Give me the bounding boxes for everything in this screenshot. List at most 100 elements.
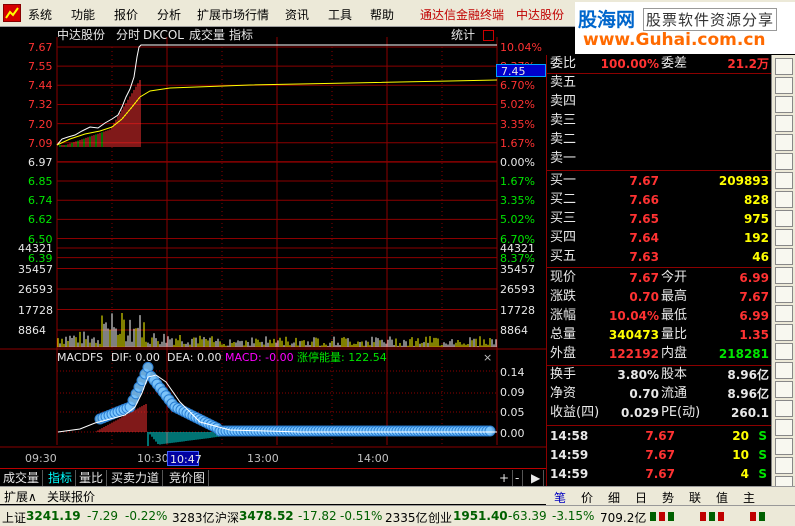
hs-index-pct: -0.51% xyxy=(340,509,383,523)
compare-icon[interactable] xyxy=(775,267,793,284)
menu-quote[interactable]: 报价 xyxy=(114,6,138,23)
sell-level-5-label: 卖五 xyxy=(550,75,577,90)
detail-tab-7[interactable]: 主 xyxy=(743,489,755,506)
pct-tick-5: 1.67% xyxy=(500,136,535,150)
zoom-out-button[interactable]: - xyxy=(512,470,524,486)
related-quote-button[interactable]: 关联报价 xyxy=(47,488,95,505)
menu-analysis[interactable]: 分析 xyxy=(157,6,181,23)
menu-tools[interactable]: 工具 xyxy=(328,6,352,23)
quote-1-value-b: 7.67 xyxy=(739,290,769,304)
sh-index-label[interactable]: 上证 xyxy=(2,509,26,526)
detail-tabs: 笔价细日势联值主 xyxy=(546,486,795,505)
sh-index-pct: -0.22% xyxy=(125,509,168,523)
tab-volume[interactable]: 成交量 xyxy=(0,470,44,486)
macd-header: MACDFS DIF: 0.00 DEA: 0.00 MACD: -0.00 涨… xyxy=(57,351,497,365)
fund-0-label-b: 股本 xyxy=(661,367,688,382)
cy-index-label[interactable]: 创业 xyxy=(428,509,452,526)
buy-level-3-volume: 975 xyxy=(743,212,769,226)
menu-function[interactable]: 功能 xyxy=(71,6,95,23)
quote-0-label-a: 现价 xyxy=(550,270,577,285)
setting-icon[interactable] xyxy=(775,457,793,474)
price-tick-1: 7.55 xyxy=(28,60,53,74)
detail-tab-0[interactable]: 笔 xyxy=(554,489,566,506)
macd-tick-3: 0.00 xyxy=(500,427,525,440)
macd-dif: DIF: 0.00 xyxy=(111,351,160,364)
limit-up-energy: 涨停能量: 122.54 xyxy=(297,351,387,364)
right-toolbar xyxy=(771,55,795,499)
buy-level-3-label: 买三 xyxy=(550,211,577,226)
detail-tab-4[interactable]: 势 xyxy=(662,489,674,506)
price-tick-9: 6.62 xyxy=(28,213,53,227)
macd-value: MACD: -0.00 xyxy=(225,351,294,364)
bar-icon[interactable] xyxy=(775,191,793,208)
hs-index-label[interactable]: 沪深 xyxy=(215,509,239,526)
tick-0-time: 14:58 xyxy=(550,429,589,443)
detail-tab-6[interactable]: 值 xyxy=(716,489,728,506)
f2-icon[interactable] xyxy=(775,248,793,265)
current-price-tag: 7.45 xyxy=(496,64,546,78)
report-icon[interactable] xyxy=(775,438,793,455)
buy-level-5-volume: 46 xyxy=(752,250,769,264)
weicha-label: 委差 xyxy=(661,56,688,71)
detail-tab-3[interactable]: 日 xyxy=(635,489,647,506)
menu-ext-market[interactable]: 扩展市场行情 xyxy=(197,6,269,23)
app-logo-icon[interactable] xyxy=(3,4,21,22)
price-tick-6: 6.97 xyxy=(28,155,53,169)
trend-icon[interactable] xyxy=(775,77,793,94)
grid-icon[interactable] xyxy=(775,153,793,170)
pct-tick-7: 1.67% xyxy=(500,175,535,189)
tick-2-price: 7.67 xyxy=(645,467,675,481)
tab-volume-ratio[interactable]: 量比 xyxy=(76,470,108,486)
fund-0-value-a: 3.80% xyxy=(617,368,659,382)
menu-system[interactable]: 系统 xyxy=(28,6,52,23)
volume-icon[interactable] xyxy=(775,305,793,322)
detail-tab-2[interactable]: 细 xyxy=(608,489,620,506)
chart-icon[interactable] xyxy=(775,134,793,151)
tab-indicator[interactable]: 指标 xyxy=(45,470,77,486)
cy-index-pct: -3.15% xyxy=(552,509,595,523)
zoom-in-button[interactable]: + xyxy=(496,470,514,486)
detail-tab-1[interactable]: 价 xyxy=(581,489,593,506)
table-icon[interactable] xyxy=(775,229,793,246)
flag-icon[interactable] xyxy=(775,400,793,417)
price-volume-overlay xyxy=(59,80,141,147)
tick-1-volume: 10 xyxy=(732,448,749,462)
time-label-1400: 14:00 xyxy=(357,452,389,465)
play-button[interactable]: ▶ xyxy=(528,470,545,486)
buy-level-5-price: 7.63 xyxy=(629,250,659,264)
kline-icon[interactable] xyxy=(775,96,793,113)
price-tick-7: 6.85 xyxy=(28,175,53,189)
f10-icon[interactable] xyxy=(775,210,793,227)
buy-level-2-volume: 828 xyxy=(743,193,769,207)
menu-news[interactable]: 资讯 xyxy=(285,6,309,23)
tick-2-volume: 4 xyxy=(740,467,749,481)
detail-tab-5[interactable]: 联 xyxy=(689,489,701,506)
tick-2-side: S xyxy=(758,467,767,481)
eye-icon[interactable] xyxy=(775,362,793,379)
question-icon[interactable] xyxy=(775,343,793,360)
macd-tick-2: 0.05 xyxy=(500,406,525,419)
bell-icon[interactable] xyxy=(775,381,793,398)
macd-close-icon[interactable]: × xyxy=(483,351,492,364)
extend-toggle[interactable]: 扩展∧ xyxy=(4,488,37,505)
tab-buy-sell-force[interactable]: 买卖力道 xyxy=(108,470,164,486)
price-tick-0: 7.67 xyxy=(28,41,53,54)
intraday-chart[interactable] xyxy=(0,27,546,468)
buy-level-4-price: 7.64 xyxy=(629,231,659,245)
tab-auction[interactable]: 竞价图 xyxy=(166,470,210,486)
market-breadth-bars xyxy=(650,510,790,523)
vol-tick-right-3: 17728 xyxy=(500,303,535,317)
candle-icon[interactable] xyxy=(775,172,793,189)
home-icon[interactable] xyxy=(775,58,793,75)
info-icon[interactable] xyxy=(775,324,793,341)
tag-icon[interactable] xyxy=(775,286,793,303)
note-icon[interactable] xyxy=(775,419,793,436)
vol-tick-right-4: 8864 xyxy=(500,324,528,337)
weibi-label: 委比 xyxy=(550,56,577,71)
fund-2-value-b: 260.1 xyxy=(731,406,769,420)
menu-help[interactable]: 帮助 xyxy=(370,6,394,23)
macd-tick-0: 0.14 xyxy=(500,366,525,379)
list-icon[interactable] xyxy=(775,115,793,132)
tick-1-side: S xyxy=(758,448,767,462)
quote-1-value-a: 0.70 xyxy=(629,290,659,304)
